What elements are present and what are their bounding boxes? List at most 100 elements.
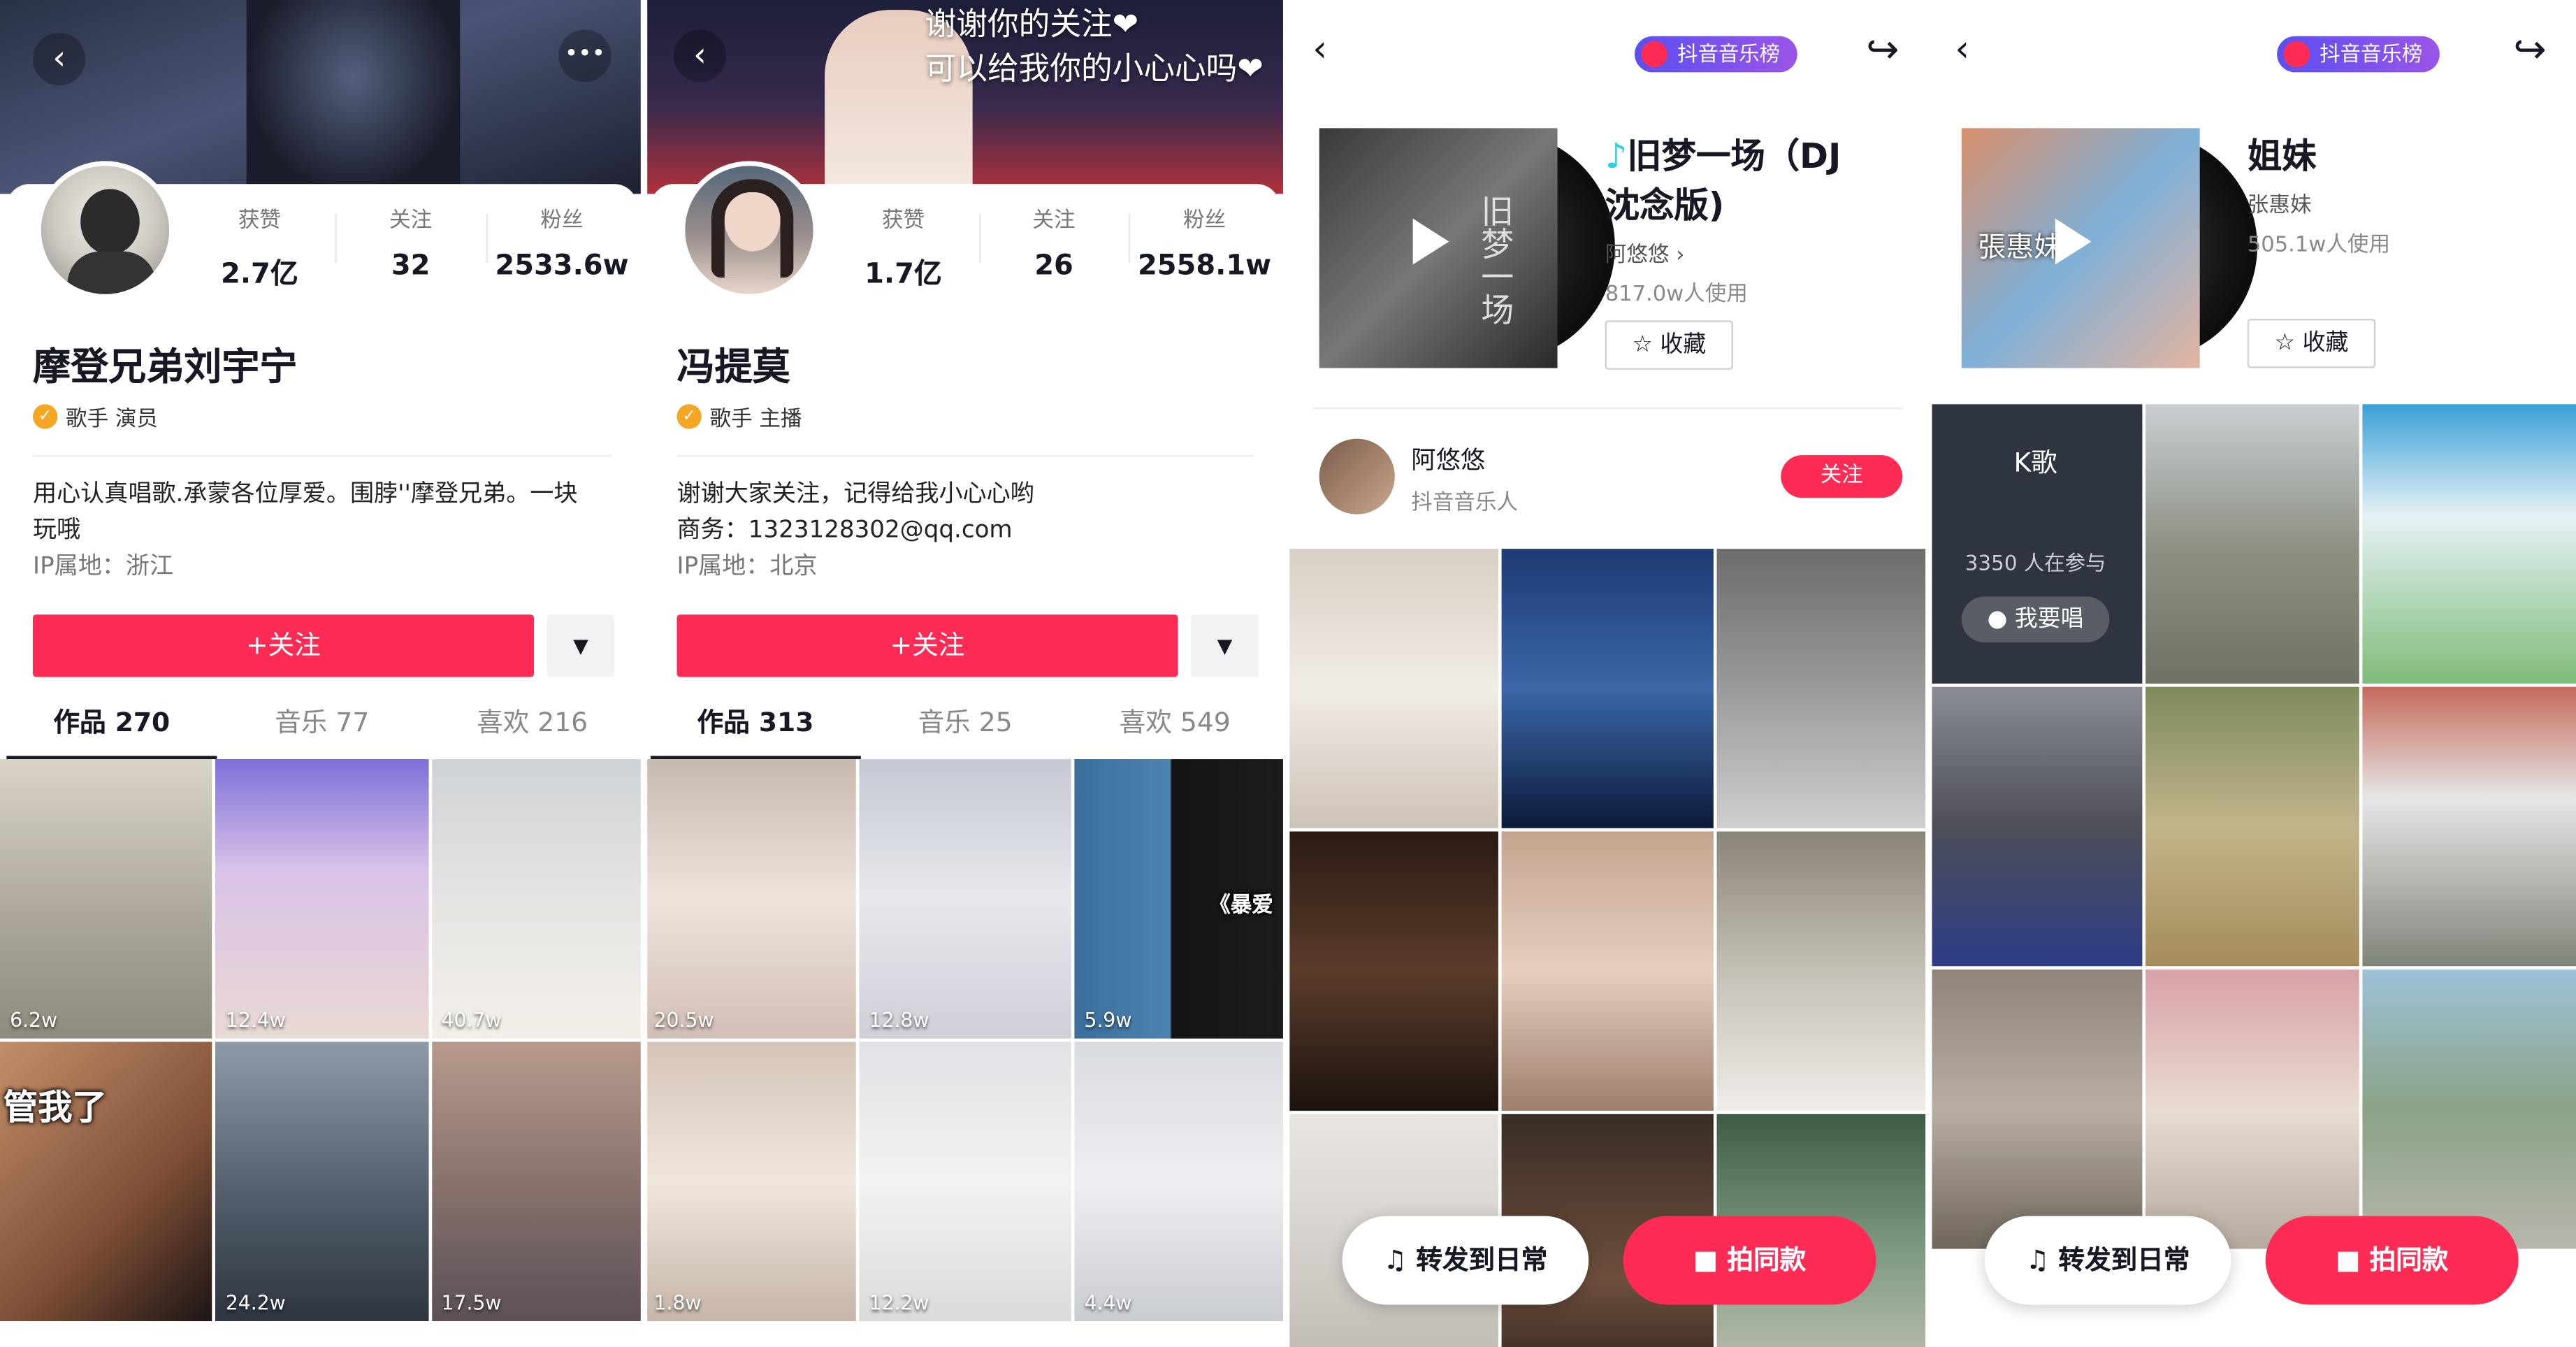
video-thumbnail[interactable] <box>1286 831 1498 1111</box>
title-line: 沈念版) <box>1605 185 1725 226</box>
profile-stats: 获赞 2.7亿 关注 32 粉丝 2533.6w <box>184 197 637 291</box>
video-thumbnail[interactable]: 12.8w <box>859 759 1071 1039</box>
screenshot-collage: ‹ ••• 获赞 2.7亿 关注 32 粉丝 2533.6w 摩登兄弟刘宇宁 ✓ 歌手 … <box>0 0 2576 1347</box>
stat-value: 2533.6w <box>495 250 629 283</box>
video-thumbnail[interactable] <box>1501 549 1714 828</box>
tab-likes[interactable]: 喜欢 549 <box>1070 697 1280 759</box>
forward-to-daily-button[interactable]: ♫ 转发到日常 <box>1984 1216 2231 1305</box>
share-icon[interactable]: ↪ <box>2513 27 2546 73</box>
bio-line: 商务：1323128302@qq.com <box>676 517 1013 545</box>
video-thumbnail[interactable] <box>1716 831 1929 1111</box>
chevron-down-icon[interactable]: ▼ <box>547 614 615 677</box>
music-panel-2: ‹ 抖音音乐榜 ↪ 張惠妹 姐妹 张惠妹 505.1w人使用 ☆ 收藏 K歌 3… <box>1928 0 2576 1347</box>
video-thumbnail[interactable]: 40.7w <box>431 759 644 1039</box>
avatar[interactable] <box>1319 438 1395 514</box>
profile-tabs: 作品 313 音乐 25 喜欢 549 <box>650 697 1280 760</box>
stat-value: 26 <box>1034 250 1073 283</box>
song-title: ♪旧梦一场（DJ 沈念版) <box>1605 131 1901 230</box>
back-icon[interactable]: ‹ <box>1955 29 1969 71</box>
music-note-icon: ♪ <box>1605 136 1628 176</box>
video-overlay-text: 《暴爱 <box>1209 893 1273 919</box>
song-artist-link[interactable]: 张惠妹 <box>2248 187 2312 218</box>
video-thumbnail[interactable] <box>2362 969 2576 1249</box>
shoot-same-button[interactable]: ■ 拍同款 <box>1623 1216 1876 1305</box>
video-thumbnail[interactable] <box>1286 549 1498 828</box>
video-thumbnail[interactable]: 1.8w <box>644 1042 856 1322</box>
stat-followers[interactable]: 粉丝 2533.6w <box>486 197 637 283</box>
tab-music[interactable]: 音乐 77 <box>217 697 427 759</box>
video-thumbnail[interactable] <box>2362 404 2576 684</box>
chevron-down-icon[interactable]: ▼ <box>1191 614 1259 677</box>
song-artist-link[interactable]: 阿悠悠 › <box>1605 237 1685 268</box>
favorite-button[interactable]: ☆ 收藏 <box>2247 319 2376 368</box>
tab-likes[interactable]: 喜欢 216 <box>427 697 637 759</box>
stat-label: 粉丝 <box>540 208 584 233</box>
video-thumbnail[interactable] <box>2146 404 2359 684</box>
music-chart-badge[interactable]: 抖音音乐榜 <box>1635 36 1797 73</box>
avatar[interactable] <box>36 161 175 299</box>
video-thumbnail[interactable]: 17.5w <box>431 1042 644 1322</box>
stat-likes[interactable]: 获赞 1.7亿 <box>828 197 978 291</box>
video-grid: 6.2w 12.4w 40.7w 管我了 24.2w 17.5w <box>0 759 644 1322</box>
stat-following[interactable]: 关注 32 <box>335 197 486 282</box>
tags-text: 歌手 演员 <box>66 407 159 433</box>
video-thumbnail[interactable]: 20.5w <box>644 759 856 1039</box>
artist-name[interactable]: 阿悠悠 <box>1411 442 1485 476</box>
back-button[interactable]: ‹ <box>673 29 727 82</box>
music-chart-badge[interactable]: 抖音音乐榜 <box>2277 36 2439 73</box>
stat-label: 关注 <box>389 208 433 233</box>
tab-works[interactable]: 作品 313 <box>650 697 860 760</box>
avatar[interactable] <box>680 161 818 299</box>
album-art[interactable]: 旧梦一场 <box>1319 128 1615 368</box>
favorite-button[interactable]: ☆ 收藏 <box>1605 320 1734 370</box>
title-line: 姐妹 <box>2247 136 2317 176</box>
back-button[interactable]: ‹ <box>33 33 86 86</box>
stat-value: 2.7亿 <box>221 258 298 291</box>
stat-value: 2558.1w <box>1137 250 1272 283</box>
panel-separator <box>640 0 648 1347</box>
bio-line: 玩哦 <box>33 517 81 545</box>
video-thumbnail[interactable] <box>1928 969 2143 1249</box>
follow-button[interactable]: +关注 <box>676 614 1178 677</box>
video-thumbnail[interactable]: 6.2w <box>0 759 213 1039</box>
profile-tags: ✓ 歌手 演员 <box>33 401 159 433</box>
follow-button[interactable]: 关注 <box>1781 455 1903 498</box>
sing-button[interactable]: ● 我要唱 <box>1961 596 2110 643</box>
verified-icon: ✓ <box>33 404 58 429</box>
divider <box>676 455 1254 457</box>
video-thumbnail[interactable]: 12.4w <box>215 759 428 1039</box>
video-thumbnail[interactable] <box>2146 969 2359 1249</box>
song-title: 姐妹 <box>2248 131 2543 181</box>
likes-count: 12.4w <box>225 1009 286 1032</box>
video-thumbnail[interactable]: 管我了 <box>0 1042 213 1322</box>
video-thumbnail[interactable] <box>1716 549 1929 828</box>
likes-count: 20.5w <box>653 1009 714 1032</box>
forward-to-daily-button[interactable]: ♫ 转发到日常 <box>1342 1216 1589 1305</box>
video-thumbnail[interactable]: 4.4w <box>1074 1042 1287 1322</box>
tab-music[interactable]: 音乐 25 <box>860 697 1070 759</box>
play-icon[interactable] <box>2055 218 2092 265</box>
album-art[interactable]: 張惠妹 <box>1961 128 2257 368</box>
stat-following[interactable]: 关注 26 <box>978 197 1129 283</box>
shoot-same-button[interactable]: ■ 拍同款 <box>2265 1216 2519 1305</box>
video-thumbnail[interactable]: 12.2w <box>859 1042 1071 1322</box>
share-icon[interactable]: ↪ <box>1866 27 1899 73</box>
more-button[interactable]: ••• <box>558 29 612 82</box>
video-thumbnail[interactable] <box>1928 686 2143 967</box>
profile-stats: 获赞 1.7亿 关注 26 粉丝 2558.1w <box>828 197 1280 291</box>
video-thumbnail[interactable]: 24.2w <box>215 1042 428 1322</box>
play-icon[interactable] <box>1412 218 1449 265</box>
karaoke-card[interactable]: K歌 3350 人在参与 ● 我要唱 <box>1928 404 2143 684</box>
stat-followers[interactable]: 粉丝 2558.1w <box>1129 197 1280 283</box>
stat-likes[interactable]: 获赞 2.7亿 <box>184 197 335 291</box>
profile-tabs: 作品 270 音乐 77 喜欢 216 <box>6 697 637 760</box>
video-thumbnail[interactable]: 《暴爱 5.9w <box>1074 759 1287 1039</box>
video-thumbnail[interactable] <box>2146 686 2359 967</box>
divider <box>33 455 612 457</box>
tab-works[interactable]: 作品 270 <box>6 697 217 760</box>
back-icon[interactable]: ‹ <box>1312 29 1327 71</box>
verified-icon: ✓ <box>676 404 702 429</box>
follow-button[interactable]: +关注 <box>33 614 535 677</box>
video-thumbnail[interactable] <box>2362 686 2576 967</box>
video-thumbnail[interactable] <box>1501 831 1714 1111</box>
